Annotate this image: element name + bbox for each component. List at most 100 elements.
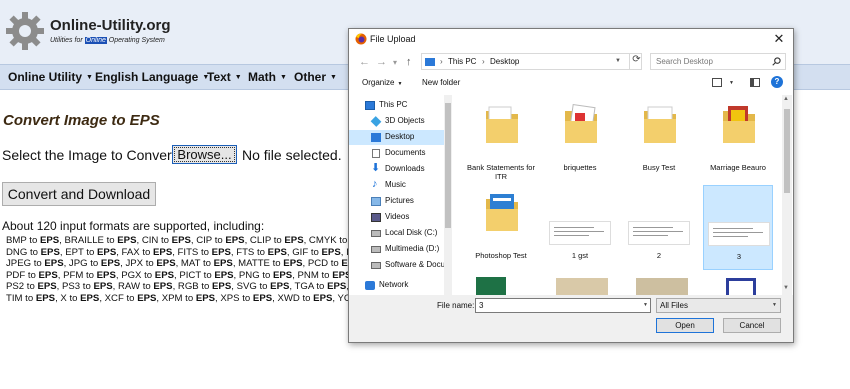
- drive-icon: [371, 230, 381, 237]
- drive-icon: [371, 262, 381, 269]
- music-icon: ♪: [372, 178, 378, 190]
- dialog-title-bar[interactable]: File Upload ✕: [349, 29, 793, 50]
- nav-label: Math: [248, 70, 276, 84]
- tree-item-label: Local Disk (C:): [385, 228, 438, 237]
- caret-down-icon[interactable]: ▼: [729, 80, 734, 86]
- file-item-3[interactable]: 3: [703, 185, 773, 270]
- breadcrumb-desktop[interactable]: Desktop: [490, 57, 519, 66]
- open-button[interactable]: Open: [656, 318, 714, 333]
- tree-item-label: Downloads: [385, 164, 425, 173]
- site-tagline: Utilities for Online Operating System: [50, 37, 165, 44]
- document-thumbnail: [628, 221, 690, 245]
- chevron-down-icon[interactable]: ▼: [643, 302, 648, 308]
- dialog-title: File Upload: [370, 34, 416, 44]
- chevron-down-icon[interactable]: ▼: [615, 58, 621, 64]
- file-item-2[interactable]: 2: [624, 189, 694, 274]
- chevron-down-icon[interactable]: ▼: [772, 302, 777, 308]
- forward-arrow-icon[interactable]: →: [376, 56, 387, 68]
- tagline-post: Operating System: [106, 37, 165, 44]
- formats-list: BMP to EPS, BRAILLE to EPS, CIN to EPS, …: [6, 235, 350, 304]
- file-item-1-gst[interactable]: 1 gst: [545, 189, 615, 274]
- firefox-icon: [355, 33, 367, 45]
- tree-item-multimedia-d[interactable]: Multimedia (D:): [349, 242, 449, 257]
- computer-icon: [425, 58, 435, 66]
- file-item-photoshop-test[interactable]: Photoshop Test: [466, 189, 536, 274]
- format-line: PS2 to EPS, PS3 to EPS, RAW to EPS, RGB …: [6, 281, 350, 292]
- file-upload-dialog: File Upload ✕ ← → ▾ ↑ › This PC › Deskto…: [348, 28, 794, 343]
- nav-english-language[interactable]: English Language ▼: [95, 70, 209, 84]
- scrollbar-thumb[interactable]: [445, 103, 451, 228]
- tree-item-label: Documents: [385, 148, 426, 157]
- file-label: 1 gst: [571, 251, 589, 260]
- site-title[interactable]: Online-Utility.org: [50, 17, 171, 34]
- preview-pane-icon[interactable]: [750, 78, 760, 87]
- nav-other[interactable]: Other ▼: [294, 70, 337, 84]
- formats-intro: About 120 input formats are supported, i…: [2, 219, 265, 233]
- file-label: Marriage Beauro: [710, 163, 766, 172]
- scroll-down-icon[interactable]: ▼: [783, 285, 789, 291]
- network-icon: [365, 281, 375, 290]
- back-arrow-icon[interactable]: ←: [359, 56, 370, 68]
- tree-item-3d-objects[interactable]: 3D Objects: [349, 114, 449, 129]
- document-thumbnail: [708, 222, 770, 246]
- tree-item-local-disk-c[interactable]: Local Disk (C:): [349, 226, 449, 241]
- address-bar[interactable]: › This PC › Desktop ▼: [421, 53, 642, 70]
- convert-download-button[interactable]: Convert and Download: [2, 182, 156, 206]
- tree-item-music[interactable]: ♪ Music: [349, 178, 449, 193]
- file-item-busy-test[interactable]: Busy Test: [624, 101, 694, 186]
- file-name-input[interactable]: 3: [475, 298, 651, 313]
- file-type-select[interactable]: All Files: [656, 298, 781, 313]
- tree-item-videos[interactable]: Videos: [349, 210, 449, 225]
- image-file-thumbnail[interactable]: [556, 278, 608, 295]
- new-folder-button[interactable]: New folder: [422, 78, 460, 87]
- file-item-marriage-beauro[interactable]: Marriage Beauro: [703, 101, 773, 186]
- file-item-briquettes[interactable]: briquettes: [545, 101, 615, 186]
- tree-item-this-pc[interactable]: This PC: [349, 98, 449, 113]
- recent-dropdown-icon[interactable]: ▾: [393, 58, 397, 67]
- folder-icon: [486, 194, 518, 231]
- tree-item-label: 3D Objects: [385, 116, 425, 125]
- view-options-icon[interactable]: [712, 78, 722, 87]
- caret-down-icon: ▼: [86, 74, 93, 82]
- up-arrow-icon[interactable]: ↑: [406, 56, 412, 68]
- select-image-label: Select the Image to Convert:: [2, 147, 180, 163]
- nav-text[interactable]: Text ▼: [207, 70, 242, 84]
- tree-item-downloads[interactable]: ⬇ Downloads: [349, 162, 449, 177]
- tree-item-label: Software & Docu: [385, 260, 446, 269]
- nav-label: Other: [294, 70, 327, 84]
- files-scrollbar[interactable]: ▲ ▼: [782, 95, 792, 295]
- nav-online-utility[interactable]: Online Utility ▼: [8, 70, 93, 84]
- excel-file-icon[interactable]: [476, 277, 506, 295]
- page-title: Convert Image to EPS: [3, 112, 160, 129]
- organize-button[interactable]: Organize ▼: [362, 78, 402, 87]
- breadcrumb-this-pc[interactable]: This PC: [448, 57, 476, 66]
- gear-icon[interactable]: [4, 10, 46, 52]
- close-icon[interactable]: ✕: [771, 31, 787, 47]
- document-icon: [372, 149, 380, 158]
- cancel-button[interactable]: Cancel: [723, 318, 781, 333]
- tree-item-software-docs[interactable]: Software & Docu: [349, 258, 449, 273]
- image-file-thumbnail[interactable]: [726, 278, 756, 295]
- tree-scrollbar[interactable]: [444, 95, 452, 295]
- scrollbar-thumb[interactable]: [784, 109, 790, 193]
- folder-icon: [723, 106, 755, 143]
- refresh-icon[interactable]: ⟳: [629, 54, 643, 69]
- tree-item-desktop[interactable]: Desktop: [349, 130, 449, 145]
- scroll-up-icon[interactable]: ▲: [783, 96, 789, 102]
- tree-item-documents[interactable]: Documents: [349, 146, 449, 161]
- tree-item-label: Network: [379, 280, 409, 289]
- image-file-thumbnail[interactable]: [636, 278, 688, 295]
- search-input[interactable]: Search Desktop: [650, 53, 786, 70]
- nav-math[interactable]: Math ▼: [248, 70, 287, 84]
- tree-item-pictures[interactable]: Pictures: [349, 194, 449, 209]
- nav-label: Online Utility: [8, 70, 83, 84]
- file-item-bank-statements[interactable]: Bank Statements for ITR: [466, 101, 536, 186]
- browse-button[interactable]: Browse...: [172, 145, 237, 164]
- file-label: briquettes: [563, 163, 597, 172]
- format-line: JPEG to EPS, JPG to EPS, JPX to EPS, MAT…: [6, 258, 350, 269]
- tree-item-network[interactable]: Network: [349, 278, 449, 293]
- computer-icon: [365, 101, 375, 110]
- file-label: Busy Test: [642, 163, 676, 172]
- drive-icon: [371, 246, 381, 253]
- help-icon[interactable]: ?: [771, 76, 783, 88]
